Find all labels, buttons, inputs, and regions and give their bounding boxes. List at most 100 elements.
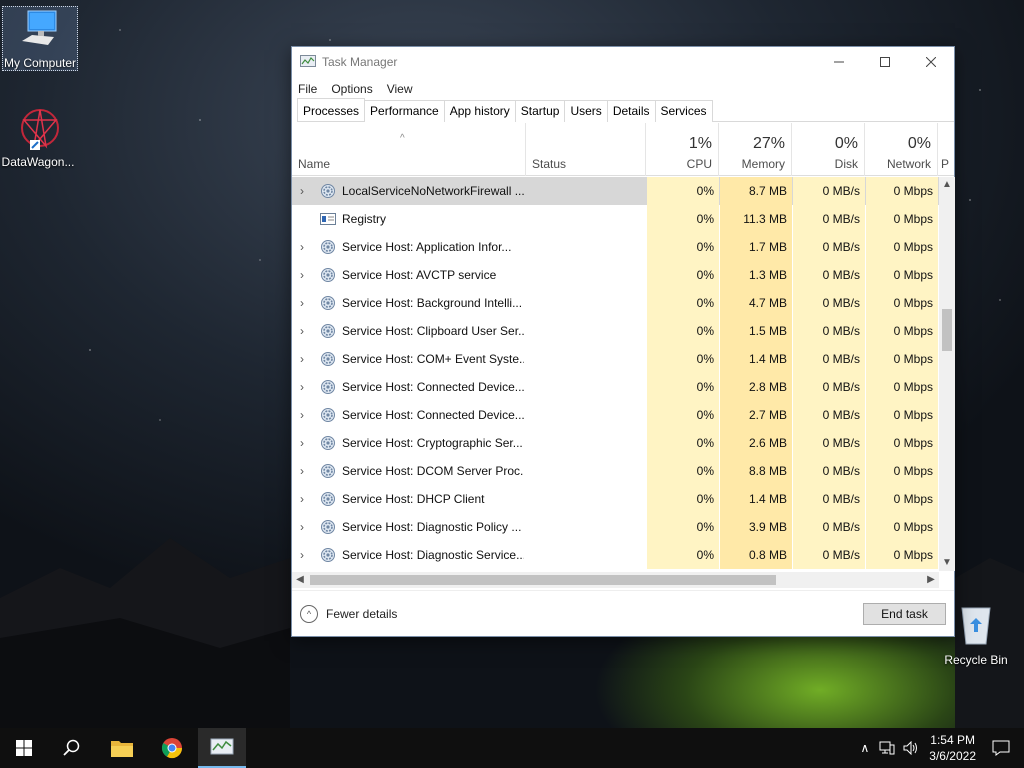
chevron-right-icon[interactable]: ›: [300, 513, 310, 541]
tab-users[interactable]: Users: [564, 100, 608, 122]
table-row[interactable]: › Service Host: Application Infor... 0% 1.7…: [292, 233, 940, 261]
table-row[interactable]: › Service Host: DCOM Server Proc... 0% 8.8 …: [292, 457, 940, 485]
chevron-right-icon[interactable]: ›: [300, 401, 310, 429]
taskbar: ∧ 1:54 PM 3/6/2022: [0, 728, 1024, 768]
window-footer: ^ Fewer details End task: [292, 590, 954, 636]
table-row[interactable]: › Service Host: DHCP Client 0% 1.4 MB 0 MB/s…: [292, 485, 940, 513]
tab-details[interactable]: Details: [606, 100, 656, 122]
desktop-icon-my-computer[interactable]: My Computer: [2, 6, 78, 71]
memory-value: 1.5 MB: [720, 317, 792, 345]
gear-icon: [321, 520, 335, 534]
memory-value: 1.4 MB: [720, 485, 792, 513]
scroll-right-icon[interactable]: ▶: [923, 572, 939, 588]
menu-options[interactable]: Options: [331, 82, 372, 96]
scroll-left-icon[interactable]: ◀: [292, 572, 308, 588]
table-row[interactable]: › Service Host: Cryptographic Ser... 0% 2.6…: [292, 429, 940, 457]
taskbar-file-explorer[interactable]: [98, 728, 146, 768]
column-header-cpu[interactable]: 1% CPU: [646, 123, 719, 176]
chevron-up-icon: ^: [300, 604, 318, 623]
search-button[interactable]: [48, 728, 96, 768]
taskbar-chrome[interactable]: [148, 728, 196, 768]
chevron-right-icon[interactable]: ›: [300, 373, 310, 401]
memory-value: 2.6 MB: [720, 429, 792, 457]
scroll-up-icon[interactable]: ▲: [939, 177, 955, 193]
disk-value: 0 MB/s: [793, 317, 865, 345]
tab-app-history[interactable]: App history: [443, 100, 516, 122]
network-value: 0 Mbps: [866, 177, 938, 205]
chevron-right-icon[interactable]: ›: [300, 541, 310, 569]
volume-icon[interactable]: [903, 741, 919, 755]
network-value: 0 Mbps: [866, 541, 938, 569]
process-name: Service Host: COM+ Event Syste...: [342, 352, 524, 366]
table-row[interactable]: › Service Host: Connected Device... 0% 2.7 …: [292, 401, 940, 429]
chevron-right-icon[interactable]: ›: [300, 429, 310, 457]
chevron-right-icon[interactable]: ›: [300, 261, 310, 289]
taskbar-task-manager[interactable]: [198, 728, 246, 768]
chevron-right-icon[interactable]: ›: [300, 485, 310, 513]
chrome-icon: [161, 738, 183, 759]
start-button[interactable]: [0, 728, 48, 768]
menu-file[interactable]: File: [298, 82, 317, 96]
gear-icon: [321, 464, 335, 478]
disk-value: 0 MB/s: [793, 205, 865, 233]
windows-logo-icon: [16, 740, 32, 756]
column-header-disk[interactable]: 0% Disk: [792, 123, 865, 176]
column-header-name[interactable]: ^ Name: [292, 123, 526, 176]
table-row[interactable]: › Service Host: Connected Device... 0% 2.8 …: [292, 373, 940, 401]
table-row[interactable]: › Service Host: Diagnostic Service... 0% 0.…: [292, 541, 940, 569]
disk-value: 0 MB/s: [793, 513, 865, 541]
close-button[interactable]: [908, 47, 954, 77]
vertical-scrollbar[interactable]: ▲ ▼: [939, 177, 955, 571]
column-header-memory[interactable]: 27% Memory: [719, 123, 792, 176]
table-row[interactable]: › Service Host: Clipboard User Ser... 0% 1.…: [292, 317, 940, 345]
column-header-partial[interactable]: P: [938, 123, 954, 176]
chevron-right-icon[interactable]: ›: [300, 289, 310, 317]
chevron-right-icon[interactable]: ›: [300, 233, 310, 261]
chevron-right-icon[interactable]: ›: [300, 177, 310, 205]
chevron-up-icon[interactable]: ∧: [860, 741, 869, 755]
gear-icon: [321, 240, 335, 254]
menu-view[interactable]: View: [387, 82, 413, 96]
column-header-network[interactable]: 0% Network: [865, 123, 938, 176]
process-name: Service Host: Clipboard User Ser...: [342, 324, 524, 338]
chevron-right-icon[interactable]: ›: [300, 345, 310, 373]
task-manager-icon: [210, 738, 234, 755]
disk-value: 0 MB/s: [793, 345, 865, 373]
network-value: 0 Mbps: [866, 205, 938, 233]
horizontal-scrollbar[interactable]: ◀ ▶: [292, 572, 939, 588]
tab-services[interactable]: Services: [654, 100, 713, 122]
chevron-right-icon[interactable]: ›: [300, 457, 310, 485]
tab-performance[interactable]: Performance: [364, 100, 445, 122]
desktop-icon-label: Recycle Bin: [944, 653, 1008, 667]
table-row[interactable]: › LocalServiceNoNetworkFirewall ... 0% 8.7 …: [292, 177, 940, 205]
system-tray: ∧ 1:54 PM 3/6/2022: [860, 728, 1024, 768]
cpu-value: 0%: [647, 177, 719, 205]
table-row[interactable]: › Service Host: COM+ Event Syste... 0% 1.4 …: [292, 345, 940, 373]
scroll-down-icon[interactable]: ▼: [939, 555, 955, 571]
table-row[interactable]: › Service Host: Background Intelli... 0% 4.…: [292, 289, 940, 317]
process-name: Service Host: AVCTP service: [342, 268, 497, 282]
maximize-button[interactable]: [862, 47, 908, 77]
network-icon[interactable]: [879, 741, 895, 755]
desktop-icon-datawagon[interactable]: DataWagon...: [0, 106, 76, 169]
clock[interactable]: 1:54 PM 3/6/2022: [929, 732, 976, 764]
minimize-button[interactable]: [816, 47, 862, 77]
notification-icon[interactable]: [992, 740, 1010, 756]
fewer-details-button[interactable]: ^ Fewer details: [300, 604, 397, 623]
table-row[interactable]: › Service Host: Diagnostic Policy ... 0% 3.…: [292, 513, 940, 541]
title-bar[interactable]: Task Manager: [292, 47, 954, 77]
tab-startup[interactable]: Startup: [514, 100, 566, 122]
process-name: Service Host: Connected Device...: [342, 408, 524, 422]
process-name: Service Host: Diagnostic Service...: [342, 548, 524, 562]
horizontal-scroll-thumb[interactable]: [310, 575, 776, 585]
network-value: 0 Mbps: [866, 261, 938, 289]
vertical-scroll-thumb[interactable]: [942, 309, 952, 351]
chevron-right-icon[interactable]: ›: [300, 317, 310, 345]
table-row[interactable]: › Service Host: AVCTP service 0% 1.3 MB 0 MB…: [292, 261, 940, 289]
tab-processes[interactable]: Processes: [297, 98, 366, 121]
disk-value: 0 MB/s: [793, 401, 865, 429]
column-header-status[interactable]: Status: [526, 123, 646, 176]
memory-value: 4.7 MB: [720, 289, 792, 317]
end-task-button[interactable]: End task: [863, 603, 946, 625]
table-row[interactable]: Registry 0% 11.3 MB 0 MB/s 0 Mbps: [292, 205, 940, 233]
